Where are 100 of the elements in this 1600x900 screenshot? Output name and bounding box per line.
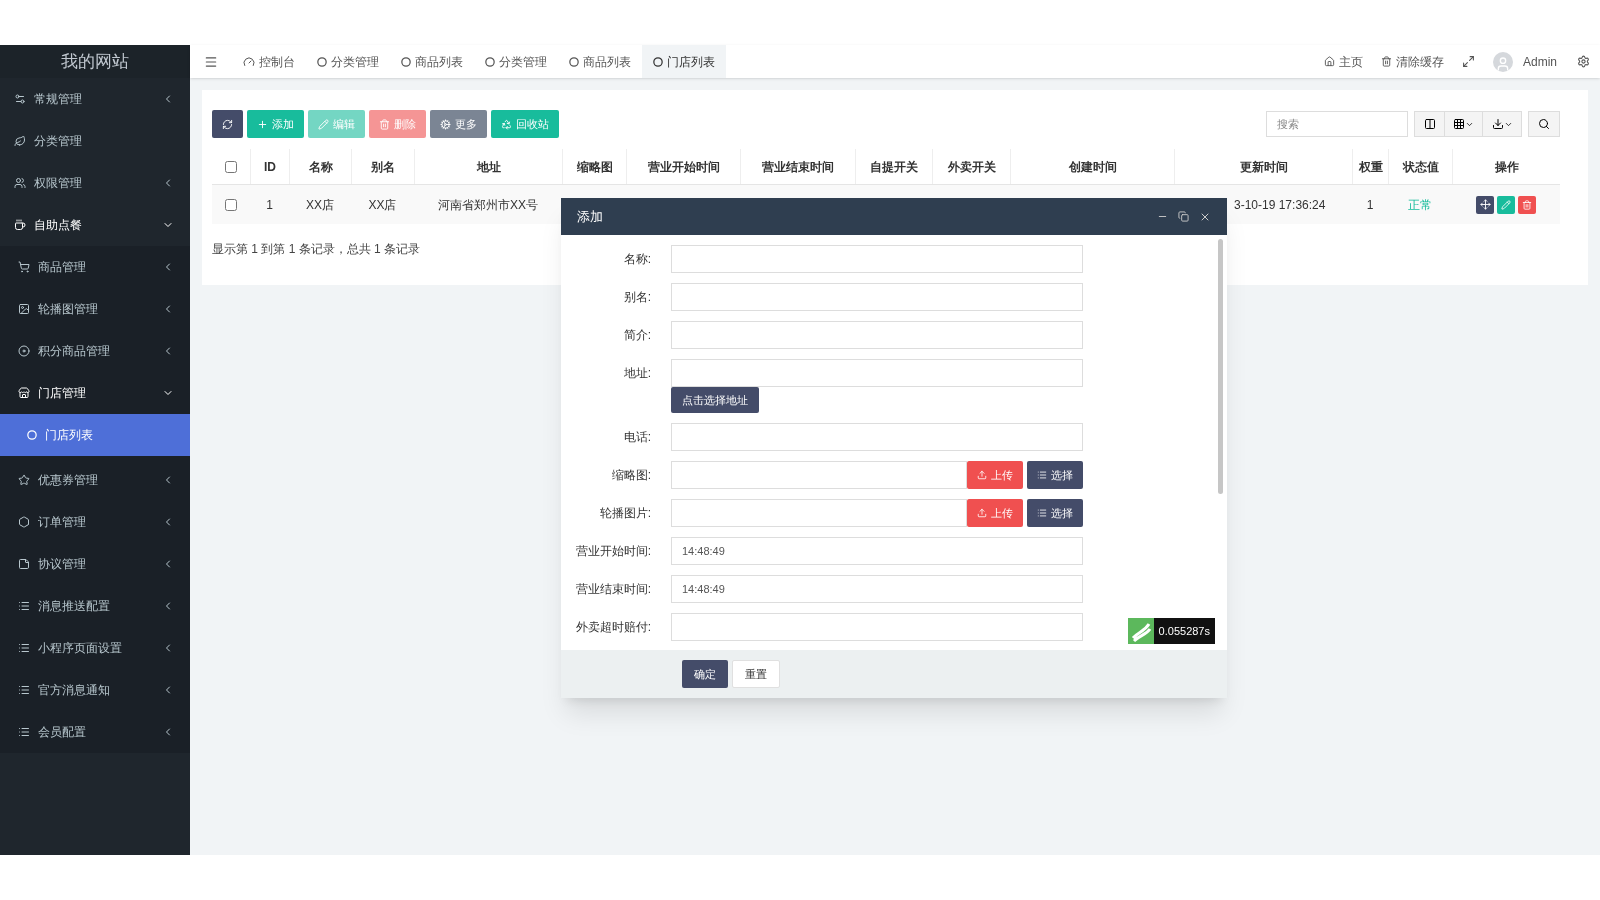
circle-icon bbox=[317, 56, 327, 67]
list-icon bbox=[18, 684, 30, 696]
dialog-title: 添加 bbox=[577, 207, 604, 226]
sidebar-item[interactable]: 消息推送配置 bbox=[0, 585, 190, 627]
sidebar-item[interactable]: 订单管理 bbox=[0, 501, 190, 543]
scrollbar-thumb[interactable] bbox=[1218, 239, 1223, 494]
field-label: 外卖超时赔付: bbox=[574, 619, 652, 636]
input-field[interactable] bbox=[671, 499, 967, 527]
cart-icon bbox=[18, 261, 30, 273]
circle-icon bbox=[27, 430, 37, 440]
site-title: 我的网站 bbox=[61, 50, 129, 73]
column-header[interactable]: 状态值 bbox=[1388, 149, 1452, 184]
input-field[interactable] bbox=[671, 283, 1083, 311]
list-icon bbox=[18, 642, 30, 654]
sidebar-item[interactable]: 分类管理 bbox=[0, 120, 190, 162]
column-header[interactable]: 地址 bbox=[414, 149, 562, 184]
input-field[interactable] bbox=[671, 423, 1083, 451]
refresh-button[interactable] bbox=[212, 110, 243, 138]
sidebar-item[interactable]: 门店管理 bbox=[0, 372, 190, 414]
select-all-checkbox[interactable] bbox=[225, 160, 237, 173]
column-header[interactable]: 名称 bbox=[289, 149, 351, 184]
field-label: 电话: bbox=[622, 429, 652, 446]
maximize-icon[interactable] bbox=[1178, 211, 1189, 222]
table-cell: 1 bbox=[266, 197, 273, 212]
input-field[interactable]: 14:48:49 bbox=[671, 575, 1083, 603]
drag-button[interactable] bbox=[1476, 195, 1494, 214]
column-header[interactable]: 营业结束时间 bbox=[740, 149, 855, 184]
input-field[interactable] bbox=[671, 359, 1083, 387]
sidebar-item[interactable]: 轮播图管理 bbox=[0, 288, 190, 330]
sidebar-item[interactable]: 会员配置 bbox=[0, 711, 190, 753]
page-tab[interactable]: 商品列表 bbox=[558, 45, 642, 78]
refresh-icon bbox=[222, 118, 233, 130]
sidebar-item[interactable]: 商品管理 bbox=[0, 246, 190, 288]
table-cell: 3-10-19 17:36:24 bbox=[1234, 197, 1326, 212]
more-button[interactable]: 更多 bbox=[430, 110, 487, 138]
user-name[interactable]: Admin bbox=[1523, 52, 1557, 71]
sidebar-item[interactable]: 门店列表 bbox=[0, 414, 190, 456]
settings-icon[interactable] bbox=[1577, 55, 1590, 68]
cup-icon bbox=[14, 219, 26, 231]
input-field[interactable] bbox=[671, 613, 1083, 641]
trash-icon bbox=[1381, 56, 1392, 67]
page-tab[interactable]: 分类管理 bbox=[306, 45, 390, 78]
column-header[interactable]: 创建时间 bbox=[1010, 149, 1174, 184]
pick-address-button[interactable]: 点击选择地址 bbox=[671, 387, 759, 413]
upload-button[interactable]: 上传 bbox=[967, 499, 1023, 527]
column-header[interactable]: 操作 bbox=[1452, 149, 1560, 184]
column-header[interactable]: 营业开始时间 bbox=[626, 149, 740, 184]
choose-button[interactable]: 选择 bbox=[1027, 461, 1083, 489]
input-field[interactable] bbox=[671, 321, 1083, 349]
table-cell: XX店 bbox=[368, 197, 397, 212]
reset-button[interactable]: 重置 bbox=[732, 660, 780, 688]
sidebar-item[interactable]: 积分商品管理 bbox=[0, 330, 190, 372]
leaf-icon bbox=[14, 135, 26, 147]
input-field[interactable] bbox=[671, 245, 1083, 273]
input-field[interactable]: 14:48:49 bbox=[671, 537, 1083, 565]
upload-button[interactable]: 上传 bbox=[967, 461, 1023, 489]
page-tab[interactable]: 商品列表 bbox=[390, 45, 474, 78]
delete-button[interactable] bbox=[1518, 195, 1536, 214]
sidebar-item[interactable]: 权限管理 bbox=[0, 162, 190, 204]
fullscreen-icon[interactable] bbox=[1462, 55, 1475, 68]
recycle-icon bbox=[501, 118, 512, 130]
home-link[interactable]: 主页 bbox=[1324, 52, 1363, 71]
search-field[interactable]: 搜索 bbox=[1266, 111, 1408, 137]
search-icon bbox=[1538, 118, 1550, 130]
circle-icon bbox=[485, 56, 495, 67]
choose-button[interactable]: 选择 bbox=[1027, 499, 1083, 527]
clear-cache-link[interactable]: 清除缓存 bbox=[1381, 52, 1444, 71]
columns-icon bbox=[1423, 118, 1436, 130]
sidebar-item[interactable]: 优惠券管理 bbox=[0, 459, 190, 501]
timing-badge: 0.055287s bbox=[1127, 618, 1215, 644]
sidebar-item[interactable]: 小程序页面设置 bbox=[0, 627, 190, 669]
confirm-button[interactable]: 确定 bbox=[682, 660, 728, 688]
table-cell: 河南省郑州市XX号 bbox=[438, 197, 538, 212]
column-header[interactable]: ID bbox=[250, 149, 289, 184]
disc-icon bbox=[18, 345, 30, 357]
sidebar-item[interactable]: 协议管理 bbox=[0, 543, 190, 585]
input-field[interactable] bbox=[671, 461, 967, 489]
sidebar-item[interactable]: 常规管理 bbox=[0, 78, 190, 120]
column-header[interactable]: 别名 bbox=[351, 149, 414, 184]
search-button[interactable] bbox=[1528, 111, 1560, 137]
column-header[interactable]: 更新时间 bbox=[1174, 149, 1352, 184]
hexagon-icon bbox=[18, 516, 30, 528]
status-text: 正常 bbox=[1408, 197, 1432, 212]
column-header[interactable]: 外卖开关 bbox=[932, 149, 1010, 184]
page-tab[interactable]: 分类管理 bbox=[474, 45, 558, 78]
menu-icon[interactable] bbox=[204, 54, 218, 69]
column-header[interactable]: 权重 bbox=[1352, 149, 1388, 184]
page-tab[interactable]: 控制台 bbox=[232, 45, 306, 78]
grid-icon bbox=[1453, 118, 1465, 130]
sidebar-item[interactable]: 官方消息通知 bbox=[0, 669, 190, 711]
list-icon bbox=[1037, 508, 1047, 518]
gauge-icon bbox=[243, 55, 255, 68]
column-header[interactable]: 自提开关 bbox=[855, 149, 932, 184]
column-header[interactable]: 缩略图 bbox=[562, 149, 626, 184]
row-checkbox[interactable] bbox=[225, 198, 237, 211]
sidebar-item[interactable]: 自助点餐 bbox=[0, 204, 190, 246]
list-icon bbox=[18, 600, 30, 612]
field-label: 营业开始时间: bbox=[574, 543, 652, 560]
pagination-summary: 显示第 1 到第 1 条记录，总共 1 条记录 bbox=[212, 241, 422, 258]
page-tab[interactable]: 门店列表 bbox=[642, 45, 726, 78]
